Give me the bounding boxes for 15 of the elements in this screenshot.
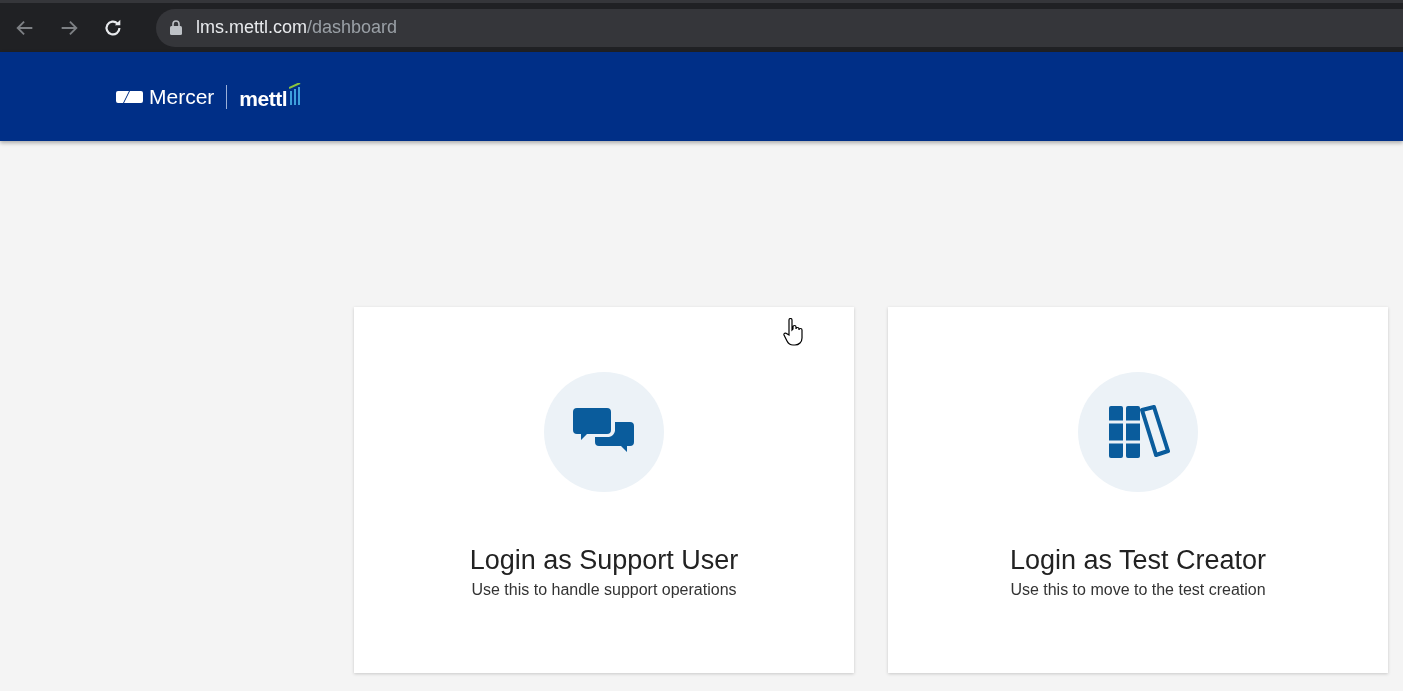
product-name: mettl [239, 86, 288, 111]
books-icon [1106, 404, 1170, 460]
card-title: Login as Support User [469, 545, 739, 575]
card-subtitle: Use this to move to the test creation [1010, 581, 1266, 599]
brand-name: Mercer [149, 84, 215, 109]
address-bar[interactable]: lms.mettl.com/dashboard [156, 8, 1403, 47]
hand-cursor-icon [783, 318, 805, 346]
logo-mark-icon [116, 88, 143, 105]
login-option-card[interactable]: Login as Test Creator Use this to move to the test creation [888, 307, 1388, 673]
lock-icon [170, 20, 182, 35]
card-title: Login as Test Creator [1009, 545, 1267, 575]
login-option-card[interactable]: Login as Support User Use this to handle support operations [354, 307, 854, 673]
url-text: lms.mettl.com/dashboard [196, 17, 398, 38]
card-subtitle: Use this to handle support operations [471, 581, 737, 599]
bars-icon [289, 82, 302, 105]
